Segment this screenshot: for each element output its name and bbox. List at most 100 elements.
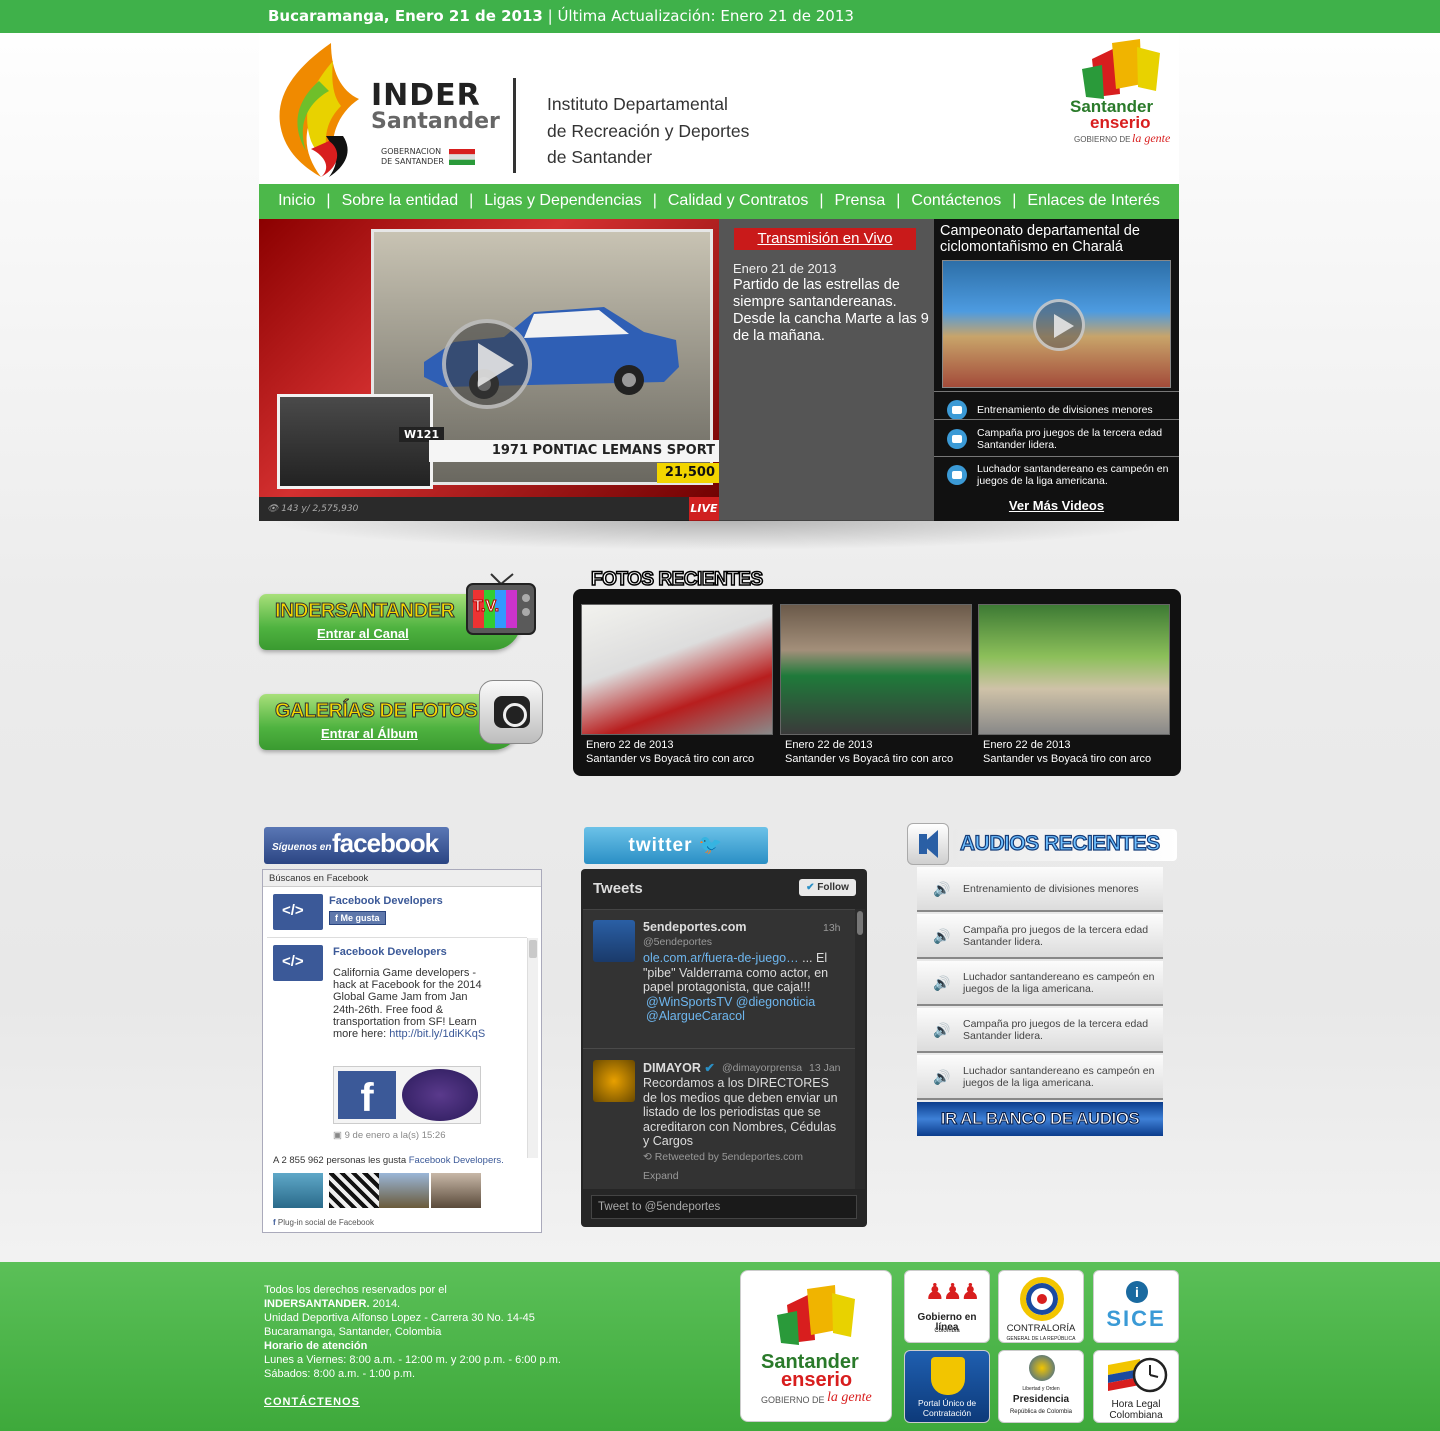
fan-avatar[interactable] [379,1173,429,1208]
global-game-jam-logo [402,1069,478,1121]
gallery-title: GALERÍAS DE FOTOS [274,700,478,723]
recent-photos-title: FOTOS RECIENTES [590,568,764,591]
fb-post-link[interactable]: http://bit.ly/1diKKqS [389,1028,485,1040]
contraloria-link[interactable]: CONTRALORÍA GENERAL DE LA REPÚBLICA [998,1270,1084,1343]
live-stream-button[interactable]: Transmisión en Vivo [734,228,916,250]
fb-post-image[interactable]: f [333,1066,481,1124]
fb-divider [267,937,527,938]
fb-post-avatar[interactable] [273,945,323,981]
gobierno-en-linea-link[interactable]: ♟♟♟ Gobierno en línea Colombia [904,1270,990,1343]
footer-info: Todos los derechos reservados por el IND… [264,1283,561,1381]
tweet-link[interactable]: ole.com.ar/fuera-de-juego… [643,951,799,965]
institute-line-1: Instituto Departamental [547,94,728,114]
site-footer: Todos los derechos reservados por el IND… [0,1262,1440,1431]
photo-caption-text: Santander vs Boyacá tiro con arco [586,752,755,765]
tweet-avatar[interactable] [593,1060,635,1102]
audio-item[interactable]: 🔊 Luchador santandereano es campeón en ju… [917,1055,1163,1100]
tw-scrollbar[interactable] [855,909,865,1189]
nav-prensa[interactable]: Prensa [824,184,897,219]
fb-count-page[interactable]: Facebook Developers. [409,1155,504,1166]
video-list-item[interactable]: Campaña pro juegos de la tercera edad Sa… [934,419,1179,457]
play-button[interactable] [442,319,532,409]
play-icon [1033,299,1085,351]
fb-scrollbar[interactable] [527,938,538,1158]
photo-team[interactable] [780,604,972,735]
audio-bank-button[interactable]: IR AL BANCO DE AUDIOS [917,1102,1163,1136]
photo-taekwondo[interactable] [581,604,773,735]
photo-icon: ▣ [333,1130,345,1141]
presidencia-link[interactable]: Libertad y Orden Presidencia República d… [998,1350,1084,1423]
tweet-mentions[interactable]: @WinSportsTV @diegonoticia @AlargueCarac… [643,995,843,1024]
fb-page-avatar[interactable] [273,894,323,930]
twitter-follow-button[interactable]: twitter 🐦 [584,827,768,864]
featured-video-title[interactable]: Campeonato departamental de ciclomontañi… [940,223,1176,255]
audio-item[interactable]: 🔊 Entrenamiento de divisiones menores [917,867,1163,912]
nav-enlaces[interactable]: Enlaces de Interés [1016,184,1171,219]
gel-sub: Colombia [934,1328,960,1334]
audio-item[interactable]: 🔊 Campaña pro juegos de la tercera edad S… [917,914,1163,959]
recent-photos: Enero 22 de 2013 Santander vs Boyacá tiro… [573,589,1181,776]
speaker-icon: 🔊 [933,880,951,897]
fb-like-button[interactable]: f Me gusta [329,911,386,925]
video-camera-icon [947,464,967,485]
video-list-item[interactable]: Luchador santandereano es campeón en jue… [934,456,1179,492]
video-item-label: Campaña pro juegos de la tercera edad Sa… [977,426,1163,451]
nav-ligas[interactable]: Ligas y Dependencias [473,184,652,219]
photo-cycling[interactable] [978,604,1170,735]
verified-icon: ✔ [704,1061,715,1075]
photo-gallery-button[interactable]: GALERÍAS DE FOTOS Entrar al Álbum [259,680,543,750]
more-videos-link[interactable]: Ver Más Videos [934,490,1179,521]
inder-tv-link[interactable]: Entrar al Canal [317,626,409,641]
santander-enserio-logo[interactable]: Santander enserio GOBIERNO DE la gente [1064,39,1174,149]
audio-label: Luchador santandereano es campeón en jue… [963,1064,1155,1089]
tw-follow-button[interactable]: ✔ Follow [799,879,856,896]
eye-icon: 👁 [267,504,282,514]
portal-contratacion-link[interactable]: Portal Único de Contratación [904,1350,990,1423]
gallery-link[interactable]: Entrar al Álbum [321,726,418,741]
tweet-avatar[interactable] [593,920,635,962]
nav-inicio[interactable]: Inicio [267,184,326,219]
tweet-author[interactable]: 5endeportes.com [643,920,747,934]
gobernacion-label: GOBERNACION DE SANTANDER [381,147,451,167]
tw-follow-label: Follow [817,882,849,893]
fb-post-author[interactable]: Facebook Developers [333,946,447,958]
video-player[interactable]: W121 1971 PONTIAC LEMANS SPORT 21,500 👁 … [259,219,719,521]
tweet-author[interactable]: DIMAYOR ✔ [643,1060,715,1075]
view-count: 143 y/ 2,575,930 [281,504,359,514]
fb-page-name[interactable]: Facebook Developers [329,895,443,907]
inder-tv-button[interactable]: INDERSANTANDER Entrar al Canal T.V. [259,573,536,650]
people-icon: ♟♟♟ [925,1279,980,1304]
featured-video-thumb[interactable] [942,260,1171,388]
tweet-time[interactable]: 13 Jan [809,1062,841,1074]
hora-legal-link[interactable]: Hora Legal Colombiana [1093,1350,1179,1423]
sice-link[interactable]: i SICE [1093,1270,1179,1343]
clock-flag-icon [1108,1357,1168,1393]
facebook-follow-button[interactable]: Síguenos en facebook [264,827,449,864]
video-controls[interactable]: 👁 143 y/ 2,575,930 [259,497,719,521]
photo-date: Enero 22 de 2013 [785,739,873,751]
sse-line-4: la gente [1132,131,1171,145]
footer-brand-line: INDERSANTANDER. 2014. [264,1297,561,1311]
footer-sse-line-2: enserio [781,1369,853,1391]
twitter-bird-icon: ✔ [806,882,818,893]
tweet-time[interactable]: 13h [823,922,841,934]
slider-shadow [259,520,1179,550]
tweet-to-input[interactable]: Tweet to @5endeportes [591,1195,857,1219]
santander-enserio-footer-logo[interactable]: Santander enserio GOBIERNO DE la gente [740,1270,892,1422]
audio-item[interactable]: 🔊 Campaña pro juegos de la tercera edad S… [917,1008,1163,1053]
fan-avatar[interactable] [329,1173,379,1208]
video-item-label: Luchador santandereano es campeón en jue… [977,462,1169,487]
santander-enserio-mark-icon [1082,39,1160,99]
fan-avatar[interactable] [431,1173,481,1208]
nav-contactenos[interactable]: Contáctenos [900,184,1012,219]
audio-item[interactable]: 🔊 Luchador santandereano es campeón en ju… [917,961,1163,1006]
tweet-list[interactable]: 5endeportes.com 13h @5endeportes ole.com… [583,909,855,1189]
footer-hours-sat: Sábados: 8:00 a.m. - 1:00 p.m. [264,1368,416,1380]
nav-calidad[interactable]: Calidad y Contratos [657,184,820,219]
tweet-expand[interactable]: Expand [643,1170,679,1182]
nav-sobre-la-entidad[interactable]: Sobre la entidad [331,184,470,219]
fan-avatar[interactable] [273,1173,323,1208]
footer-contact-link[interactable]: CONTÁCTENOS [264,1396,360,1408]
inder-sub-wordmark: Santander [371,109,500,134]
inder-flame-logo[interactable] [271,41,361,179]
